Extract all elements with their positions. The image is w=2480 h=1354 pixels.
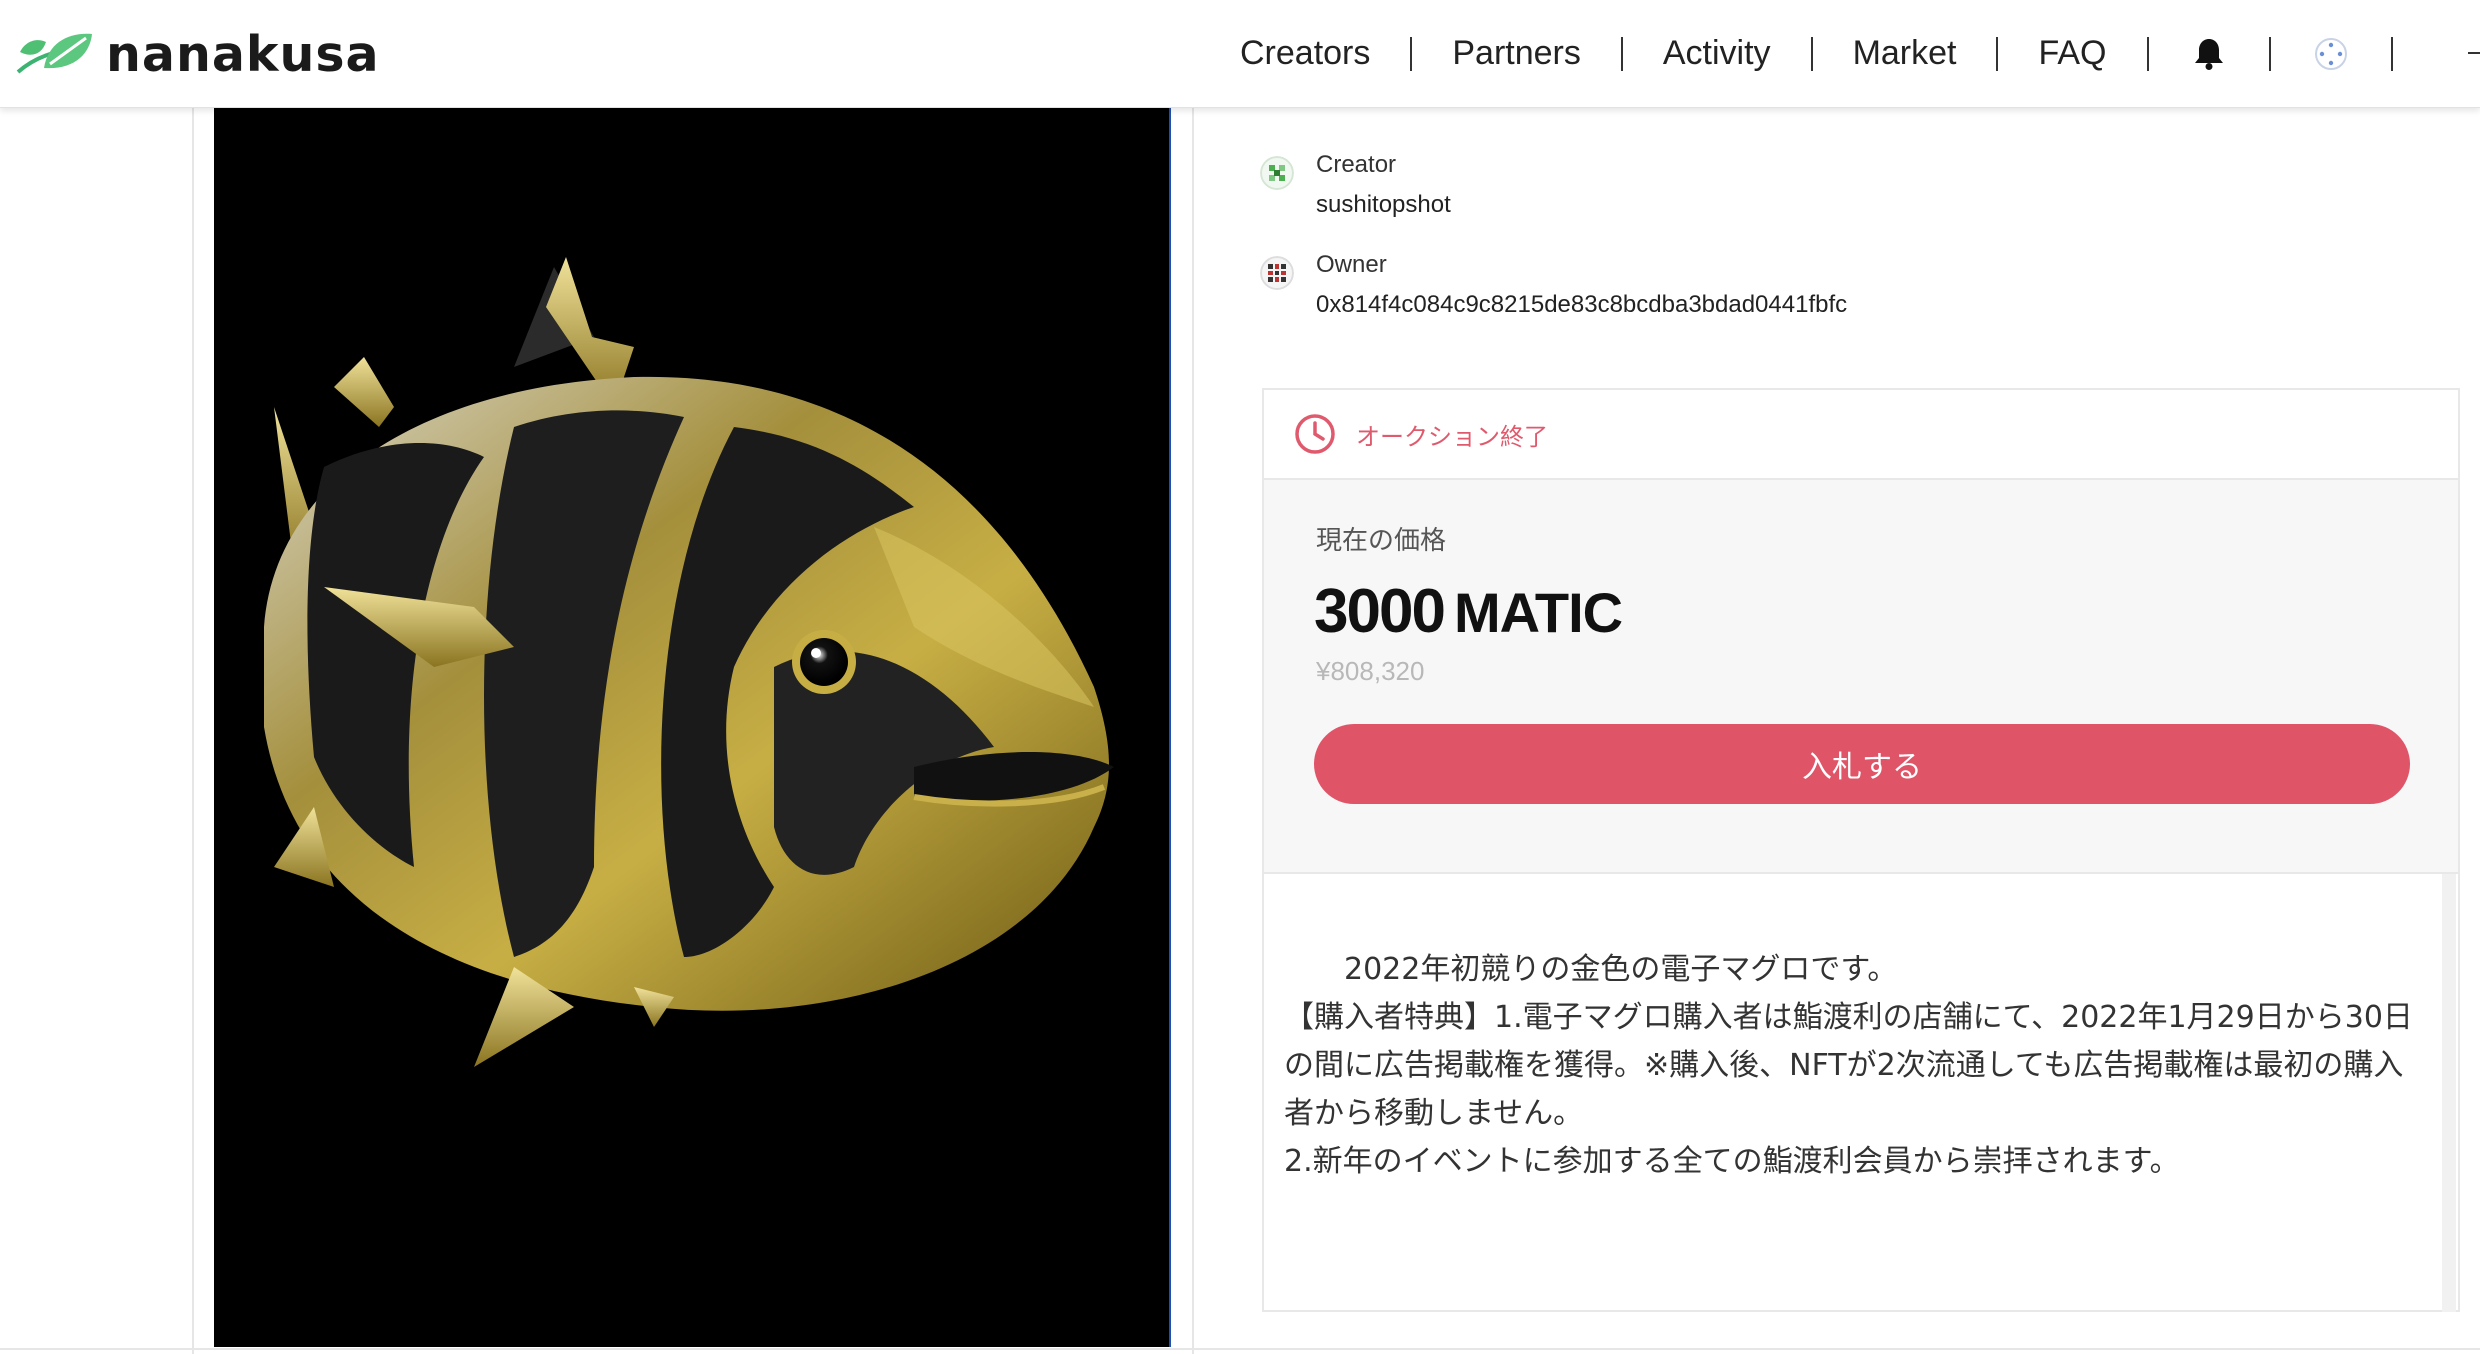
nav-partners[interactable]: Partners [1452,34,1581,73]
owner-avatar-icon[interactable] [1260,256,1294,290]
place-bid-button[interactable]: 入札する [1314,724,2410,804]
creator-avatar-icon[interactable] [1260,156,1294,190]
bell-icon[interactable] [2189,34,2229,74]
owner-label: Owner [1316,251,1387,278]
creator-info: Creator sushitopshot [1260,150,1451,220]
owner-address-link[interactable]: 0x814f4c084c9c8215de83c8bcdba3bdad0441fb… [1316,290,1847,320]
nav-faq[interactable]: FAQ [2038,34,2106,73]
site-logo[interactable]: nanakusa [14,24,380,84]
item-description: 2022年初競りの金色の電子マグロです。 【購入者特典】1.電子マグロ購入者は鮨… [1284,952,2413,1179]
nft-artwork-image[interactable] [214,107,1171,1347]
auction-status-bar: オークション終了 [1264,390,2458,480]
creator-text: Creator sushitopshot [1316,150,1451,220]
leaf-logo-icon [16,33,92,74]
nav-divider [2390,36,2393,71]
price-yen-equivalent: ¥808,320 [1316,656,1425,686]
top-header: nanakusa Creators Partners Activity Mark… [0,0,2480,108]
current-price-label: 現在の価格 [1316,525,1447,555]
nav-divider [2268,36,2271,71]
artwork-frame [192,107,1194,1354]
logo-text: nanakusa [106,25,380,83]
nav-divider [2146,36,2149,71]
nav-divider [1620,36,1623,71]
nav-divider [1410,36,1413,71]
auction-status-text: オークション終了 [1356,423,1548,451]
nav-creators[interactable]: Creators [1240,34,1370,73]
clock-icon [1295,414,1335,454]
current-price: 3000 MATIC [1314,576,1623,647]
golden-tuna-illustration [264,257,1114,1067]
auction-card: オークション終了 現在の価格 3000 MATIC ¥808,320 入札する … [1262,388,2460,1312]
price-amount: 3000 [1314,577,1446,646]
owner-text: Owner 0x814f4c084c9c8215de83c8bcdba3bdad… [1316,250,1847,320]
nav-market[interactable]: Market [1853,34,1957,73]
overflow-menu-edge[interactable] [2468,52,2480,54]
main-nav: Creators Partners Activity Market FAQ [1240,0,2433,107]
wallet-avatar-icon[interactable] [2311,34,2351,74]
nav-divider [1996,36,1999,71]
creator-name-link[interactable]: sushitopshot [1316,190,1451,220]
description-scrollbar[interactable] [2442,874,2456,1312]
nav-divider [1810,36,1813,71]
price-currency: MATIC [1453,581,1623,644]
nav-activity[interactable]: Activity [1663,34,1771,73]
owner-info: Owner 0x814f4c084c9c8215de83c8bcdba3bdad… [1260,250,1847,320]
page-bottom-divider [0,1348,2480,1350]
creator-label: Creator [1316,151,1397,178]
price-section: 現在の価格 3000 MATIC ¥808,320 入札する [1264,480,2458,874]
